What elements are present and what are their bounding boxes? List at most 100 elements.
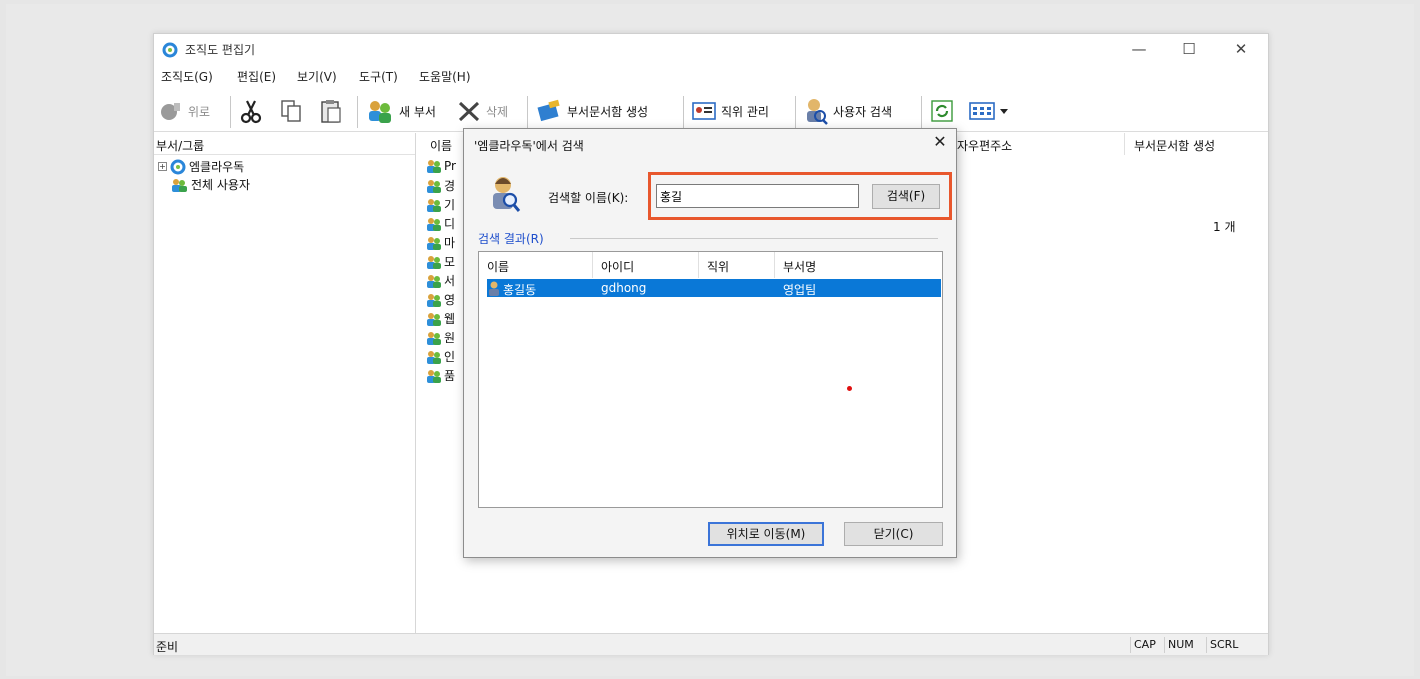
tree-node-root[interactable]: + 엠클라우독 xyxy=(158,158,244,175)
menu-bar: 조직도(G) 편집(E) 보기(V) 도구(T) 도움말(H) xyxy=(154,65,1268,87)
department-icon xyxy=(427,331,441,345)
search-results-list[interactable]: 이름 아이디 직위 부서명 홍길동 gdhong 영업팀 xyxy=(478,251,943,508)
expand-icon[interactable]: + xyxy=(158,162,167,171)
up-folder-icon xyxy=(161,103,180,120)
refresh-button[interactable] xyxy=(930,96,954,126)
result-col-id[interactable]: 아이디 xyxy=(593,252,699,278)
department-icon xyxy=(427,160,441,173)
copy-icon xyxy=(281,100,301,122)
scissors-icon xyxy=(240,100,262,124)
user-search-button[interactable]: 사용자 검색 xyxy=(803,96,892,126)
position-management-button[interactable]: 직위 관리 xyxy=(691,96,769,126)
user-search-icon xyxy=(493,177,521,212)
list-item[interactable]: 마 xyxy=(426,234,455,251)
group-divider xyxy=(570,238,938,239)
chevron-down-icon xyxy=(1000,109,1008,114)
new-department-icon xyxy=(369,101,391,123)
paste-button[interactable] xyxy=(318,96,344,126)
department-icon xyxy=(427,236,441,250)
num-indicator: NUM xyxy=(1164,637,1197,653)
column-email-header[interactable]: 자우편주소 xyxy=(957,137,1012,154)
menu-orgchart[interactable]: 조직도(G) xyxy=(161,68,213,85)
grid-view-icon xyxy=(969,102,995,120)
highlight-annotation xyxy=(648,172,952,220)
list-item[interactable]: 디 xyxy=(426,215,455,232)
list-item[interactable]: 인 xyxy=(426,348,455,365)
result-name: 홍길동 xyxy=(503,283,537,297)
result-id: gdhong xyxy=(601,281,647,295)
department-tree-pane: 부서/그룹 + 엠클라우독 전체 사용자 xyxy=(154,133,416,633)
column-name-header[interactable]: 이름 xyxy=(430,137,452,154)
status-text: 준비 xyxy=(156,640,179,654)
tree-node-all-users[interactable]: 전체 사용자 xyxy=(170,176,250,193)
result-row-selected[interactable]: 홍길동 gdhong 영업팀 xyxy=(487,279,941,297)
copy-button[interactable] xyxy=(278,96,304,126)
list-item[interactable]: 서 xyxy=(426,272,455,289)
create-dept-docbox-button[interactable]: 부서문서함 생성 xyxy=(535,96,648,126)
delete-x-icon xyxy=(458,101,480,122)
toolbar-separator xyxy=(795,96,796,128)
department-icon xyxy=(427,217,441,231)
maximize-button[interactable]: ☐ xyxy=(1166,37,1212,61)
department-icon xyxy=(427,179,441,193)
list-item[interactable]: 원 xyxy=(426,329,455,346)
department-icon xyxy=(427,293,441,307)
new-department-button[interactable]: 새 부서 xyxy=(365,96,436,126)
result-col-position[interactable]: 직위 xyxy=(699,252,775,278)
delete-button[interactable]: 삭제 xyxy=(456,96,508,126)
user-search-icon xyxy=(807,99,828,125)
list-item[interactable]: 웹 xyxy=(426,310,455,327)
toolbar: 위로 새 부서 삭제 부서문서함 생성 직위 관리 사용자 검색 xyxy=(154,90,1268,132)
result-col-department[interactable]: 부서명 xyxy=(775,252,944,278)
search-name-label: 검색할 이름(K): xyxy=(548,191,629,205)
list-item[interactable]: 품 xyxy=(426,367,455,384)
minimize-button[interactable]: — xyxy=(1116,37,1162,61)
list-item[interactable]: 경 xyxy=(426,177,455,194)
tree-header: 부서/그룹 xyxy=(154,133,415,155)
menu-help[interactable]: 도움말(H) xyxy=(419,68,471,85)
scroll-indicator: SCRL xyxy=(1206,637,1241,653)
title-bar: 조직도 편집기 — ☐ ✕ xyxy=(154,34,1268,64)
menu-tools[interactable]: 도구(T) xyxy=(359,68,398,85)
result-col-name[interactable]: 이름 xyxy=(479,252,593,278)
item-count: 1 개 xyxy=(1213,220,1236,234)
org-root-icon xyxy=(170,159,186,174)
caps-indicator: CAP xyxy=(1130,637,1159,653)
close-dialog-button[interactable]: 닫기(C) xyxy=(844,522,943,546)
cut-button[interactable] xyxy=(238,96,264,126)
toolbar-separator xyxy=(921,96,922,128)
column-divider xyxy=(1124,133,1125,155)
department-icon xyxy=(427,369,441,383)
list-item[interactable]: 영 xyxy=(426,291,455,308)
toolbar-separator xyxy=(230,96,231,128)
id-card-icon xyxy=(692,102,716,120)
menu-edit[interactable]: 편집(E) xyxy=(237,68,276,85)
list-item[interactable]: 기 xyxy=(426,196,455,213)
department-icon xyxy=(427,255,441,269)
status-bar: 준비 CAP NUM SCRL xyxy=(154,633,1268,655)
results-group-label: 검색 결과(R) xyxy=(478,232,544,246)
toolbar-separator xyxy=(357,96,358,128)
search-dialog: '엠클라우독'에서 검색 ✕ 검색할 이름(K): 검색(F) 검색 결과(R)… xyxy=(463,128,957,558)
go-to-location-button[interactable]: 위치로 이동(M) xyxy=(708,522,824,546)
department-icon xyxy=(427,274,441,288)
up-button[interactable]: 위로 xyxy=(158,96,210,126)
document-box-icon xyxy=(537,99,560,122)
department-icon xyxy=(427,312,441,326)
toolbar-separator xyxy=(683,96,684,128)
dialog-close-button[interactable]: ✕ xyxy=(930,132,950,152)
department-icon xyxy=(427,350,441,364)
clipboard-icon xyxy=(321,100,341,123)
menu-view[interactable]: 보기(V) xyxy=(297,68,337,85)
dialog-title: '엠클라우독'에서 검색 xyxy=(474,139,584,153)
toolbar-separator xyxy=(527,96,528,128)
cursor-marker xyxy=(847,386,852,391)
list-item[interactable]: 모 xyxy=(426,253,455,270)
list-item[interactable]: Pr xyxy=(426,158,456,174)
refresh-icon xyxy=(931,100,953,122)
view-options-button[interactable] xyxy=(968,96,1008,126)
window-title: 조직도 편집기 xyxy=(185,43,256,57)
user-icon xyxy=(489,281,499,296)
close-window-button[interactable]: ✕ xyxy=(1218,37,1264,61)
column-docbox-header[interactable]: 부서문서함 생성 xyxy=(1134,137,1215,154)
